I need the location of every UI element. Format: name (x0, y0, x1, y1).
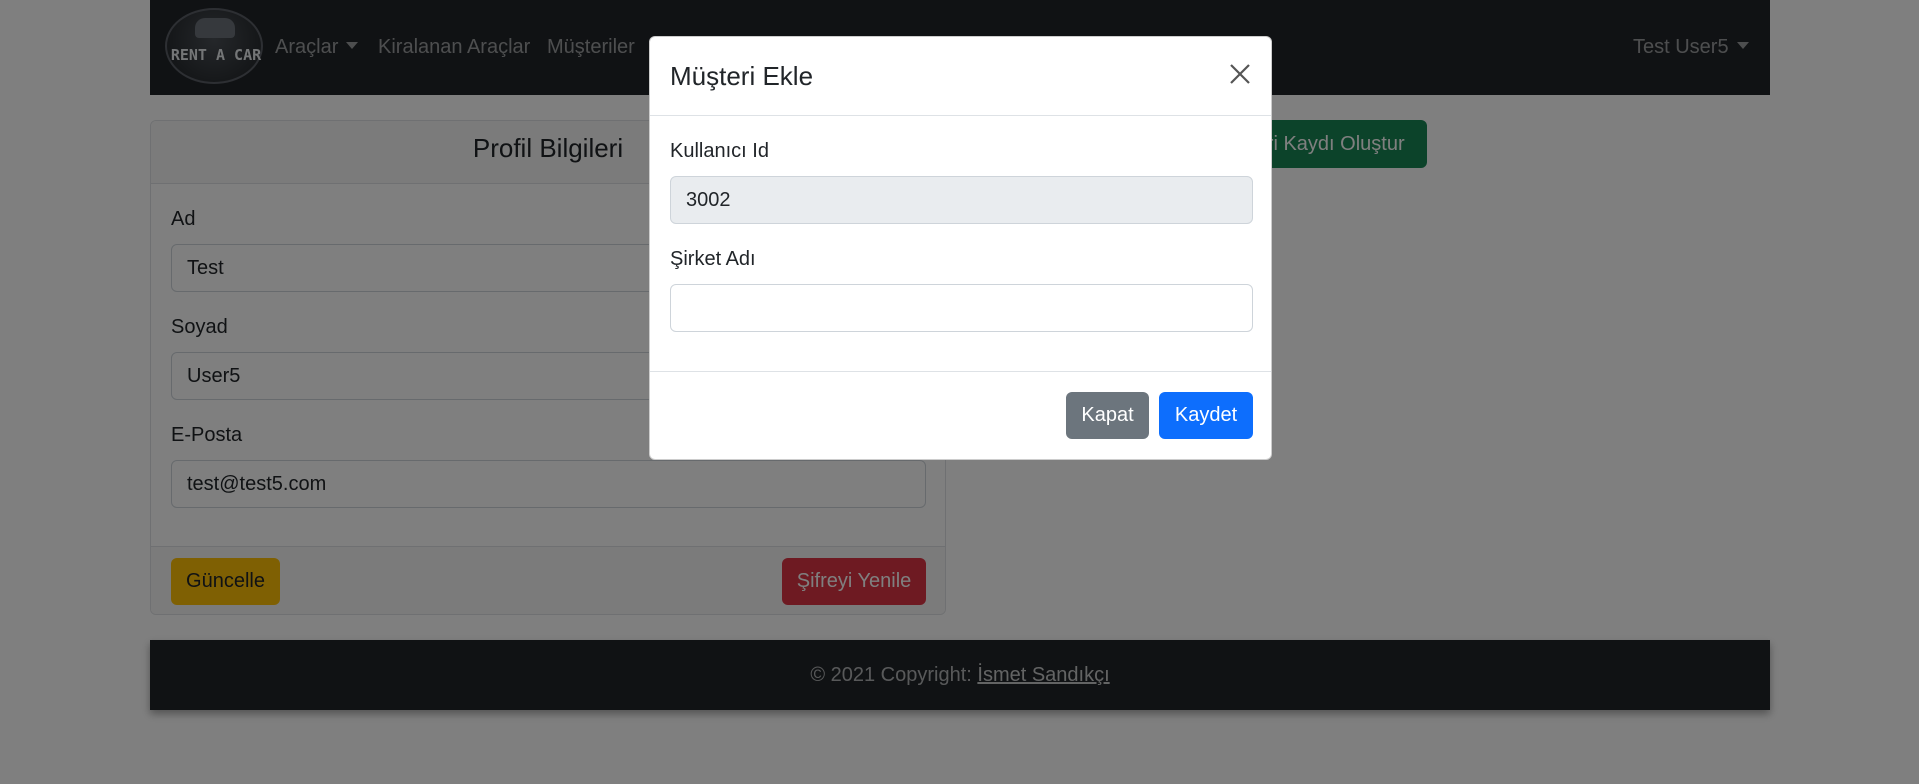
modal-title: Müşteri Ekle (670, 61, 814, 91)
save-button[interactable]: Kaydet (1159, 392, 1253, 439)
company-name-label: Şirket Adı (670, 248, 756, 270)
close-icon[interactable] (1225, 59, 1255, 89)
user-id-value: 3002 (686, 189, 731, 211)
user-id-input: 3002 (670, 176, 1253, 224)
company-name-input[interactable] (670, 284, 1253, 332)
user-id-label: Kullanıcı Id (670, 140, 769, 162)
modal-footer-divider (650, 371, 1271, 372)
add-customer-modal: Müşteri Ekle Kullanıcı Id 3002 Şirket Ad… (649, 36, 1272, 460)
close-button[interactable]: Kapat (1066, 392, 1149, 439)
modal-header-divider (650, 115, 1271, 116)
